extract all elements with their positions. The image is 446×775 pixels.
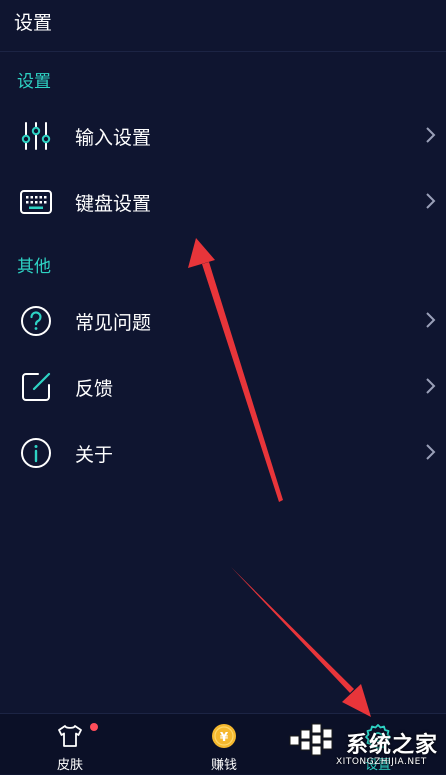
section-title-settings: 设置: [17, 72, 51, 92]
chevron-right-icon: [426, 444, 436, 460]
svg-text:¥: ¥: [220, 730, 229, 744]
menu-item-label: 关于: [75, 444, 114, 466]
section-title-other: 其他: [17, 257, 51, 277]
keyboard-icon: [20, 190, 52, 214]
chevron-right-icon: [426, 127, 436, 143]
menu-item-about[interactable]: 关于: [0, 421, 446, 485]
sliders-icon: [21, 122, 51, 150]
page-title: 设置: [14, 12, 53, 34]
menu-item-label: 键盘设置: [75, 193, 152, 215]
tshirt-icon: [58, 725, 82, 747]
menu-item-keyboard-settings[interactable]: 键盘设置: [0, 170, 446, 234]
chevron-right-icon: [426, 378, 436, 394]
tab-label: 赚钱: [210, 758, 237, 773]
chevron-right-icon: [426, 193, 436, 209]
question-circle-icon: [21, 306, 51, 336]
menu-item-faq[interactable]: 常见问题: [0, 289, 446, 353]
menu-item-label: 常见问题: [75, 312, 152, 334]
yen-coin-icon: ¥: [212, 724, 236, 748]
tab-earn[interactable]: ¥ 赚钱: [174, 714, 274, 775]
chevron-right-icon: [426, 312, 436, 328]
tab-label: 皮肤: [56, 758, 83, 773]
watermark-subtext: XITONGZHIJIA.NET: [336, 757, 427, 767]
header: 设置: [0, 0, 446, 52]
menu-item-input-settings[interactable]: 输入设置: [0, 104, 446, 168]
arrow-head-up: [188, 238, 215, 268]
tab-skin[interactable]: 皮肤: [20, 714, 120, 775]
info-circle-icon: [21, 438, 51, 468]
watermark-text: 系统之家: [346, 732, 439, 758]
menu-item-feedback[interactable]: 反馈: [0, 355, 446, 419]
arrow-shaft-down: [231, 567, 354, 693]
menu-item-label: 反馈: [75, 378, 114, 400]
notification-badge: [90, 723, 98, 731]
menu-item-label: 输入设置: [75, 127, 152, 149]
edit-square-icon: [22, 372, 51, 401]
